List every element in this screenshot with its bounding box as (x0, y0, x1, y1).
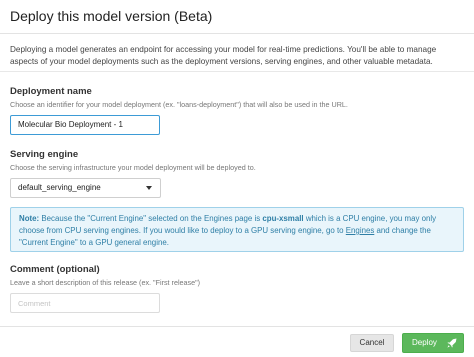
deployment-name-help: Choose an identifier for your model depl… (10, 100, 348, 109)
serving-engine-selected-value: default_serving_engine (18, 183, 101, 192)
caret-down-icon (146, 186, 152, 190)
deployment-name-input[interactable]: Molecular Bio Deployment - 1 (10, 115, 160, 135)
deploy-button[interactable]: Deploy (402, 333, 464, 353)
dialog-header: Deploy this model version (Beta) (0, 0, 474, 34)
cancel-button[interactable]: Cancel (350, 334, 394, 352)
note-prefix: Note: (19, 214, 40, 223)
cpu-engine-note: Note: Because the "Current Engine" selec… (10, 207, 464, 252)
serving-engine-help: Choose the serving infrastructure your m… (10, 163, 256, 172)
serving-engine-label: Serving engine (10, 149, 79, 160)
note-text-1: Because the "Current Engine" selected on… (41, 214, 261, 223)
comment-help: Leave a short description of this releas… (10, 278, 201, 287)
divider (0, 71, 474, 72)
dialog-intro: Deploying a model generates an endpoint … (10, 45, 437, 66)
dialog-title: Deploy this model version (Beta) (10, 8, 213, 24)
comment-input[interactable] (10, 293, 160, 313)
dialog-footer: Cancel Deploy (0, 326, 474, 357)
rocket-icon (447, 338, 457, 348)
serving-engine-select[interactable]: default_serving_engine (10, 178, 161, 198)
deploy-button-label: Deploy (412, 338, 437, 347)
engines-link[interactable]: Engines (346, 226, 375, 235)
comment-label: Comment (optional) (10, 264, 100, 275)
note-engine-name: cpu-xsmall (262, 214, 304, 223)
deployment-name-label: Deployment name (10, 86, 92, 97)
cancel-button-label: Cancel (359, 338, 385, 347)
